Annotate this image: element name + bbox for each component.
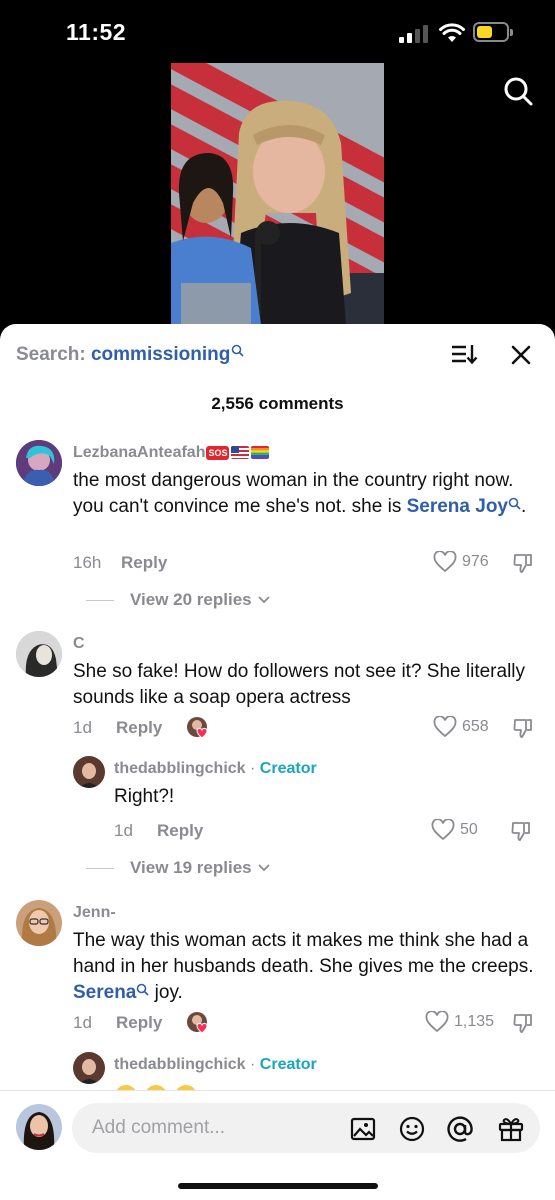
dislike-icon[interactable] — [512, 552, 534, 574]
close-icon[interactable] — [508, 342, 534, 368]
view-replies-label: View 19 replies — [130, 858, 252, 877]
wifi-icon — [439, 23, 465, 42]
creator-badge: Creator — [259, 1056, 317, 1073]
reply-username[interactable]: thedabblingchick · Creator — [114, 1056, 317, 1074]
chevron-down-icon — [257, 864, 270, 872]
heart-icon — [433, 716, 457, 738]
dislike-icon[interactable] — [512, 1012, 534, 1034]
dislike-icon[interactable] — [510, 820, 532, 842]
like-count: 976 — [462, 553, 489, 570]
like-count: 50 — [460, 821, 478, 838]
reply-button[interactable]: Reply — [121, 553, 167, 573]
like-button[interactable]: 50 — [431, 819, 478, 841]
view-replies-label: View 20 replies — [130, 590, 252, 609]
comments-sheet: Search: commissioning 2,556 comments Lez… — [0, 324, 555, 1200]
battery-icon — [473, 22, 513, 42]
search-term[interactable]: commissioning — [91, 344, 230, 365]
avatar[interactable] — [16, 900, 62, 946]
comment-timestamp: 1d — [73, 1013, 92, 1032]
status-time: 11:52 — [66, 19, 127, 45]
reply-username[interactable]: thedabblingchick · Creator — [114, 760, 317, 778]
avatar[interactable] — [16, 631, 62, 677]
home-indicator[interactable] — [178, 1183, 378, 1189]
comment-username[interactable]: C — [73, 635, 85, 653]
search-link[interactable]: Serena — [73, 982, 136, 1003]
emoji-icon[interactable] — [398, 1115, 426, 1143]
search-icon — [137, 983, 149, 996]
reply-button[interactable]: Reply — [157, 821, 203, 841]
reply-button[interactable]: Reply — [116, 1013, 162, 1033]
comment-username[interactable]: Jenn- — [73, 904, 116, 922]
like-count: 1,135 — [454, 1013, 495, 1030]
chevron-down-icon — [257, 596, 270, 604]
sort-icon[interactable] — [450, 342, 478, 366]
reply-timestamp: 1d — [114, 821, 133, 840]
comment-input-container[interactable] — [72, 1103, 540, 1153]
creator-liked-icon — [187, 717, 208, 739]
comment-text-part: The way this woman acts it makes me thin… — [73, 930, 534, 977]
like-count: 658 — [462, 718, 489, 735]
creator-badge: Creator — [259, 760, 317, 777]
image-icon[interactable] — [349, 1115, 377, 1143]
heart-icon — [431, 819, 455, 841]
comment-text: She so fake! How do followers not see it… — [73, 661, 526, 708]
like-button[interactable]: 1,135 — [425, 1011, 494, 1033]
video-player[interactable] — [171, 63, 384, 325]
divider-line — [86, 867, 114, 869]
reply-text: Right?! — [114, 786, 175, 807]
status-bar: 11:52 — [0, 0, 555, 62]
video-frame-image — [171, 100, 384, 325]
comment-text: the most dangerous woman in the country … — [73, 468, 543, 520]
dislike-icon[interactable] — [512, 717, 534, 739]
comment-text: The way this woman acts it makes me thin… — [73, 928, 543, 1006]
separator-dot: · — [245, 1056, 260, 1073]
us-flag-icon — [231, 446, 250, 460]
comment-timestamp: 1d — [73, 718, 92, 737]
search-link[interactable]: Serena Joy — [407, 496, 508, 517]
search-icon[interactable] — [502, 75, 534, 107]
username-text[interactable]: thedabblingchick — [114, 760, 246, 777]
view-replies-button[interactable]: View 20 replies — [86, 590, 270, 610]
comment-input-bar — [0, 1090, 555, 1200]
view-replies-button[interactable]: View 19 replies — [86, 858, 270, 878]
like-button[interactable]: 976 — [433, 551, 489, 573]
search-icon — [508, 497, 521, 510]
like-button[interactable]: 658 — [433, 716, 489, 738]
search-icon — [232, 344, 244, 357]
username-text[interactable]: LezbanaAnteafah — [73, 444, 205, 461]
creator-liked-icon — [187, 1012, 208, 1034]
gift-icon[interactable] — [497, 1115, 525, 1143]
comment-timestamp: 16h — [73, 553, 102, 572]
comment-username[interactable]: LezbanaAnteafah SOS — [73, 444, 270, 462]
avatar[interactable] — [16, 440, 62, 486]
reply-button[interactable]: Reply — [116, 718, 162, 738]
heart-icon — [433, 551, 457, 573]
comment-count: 2,556 comments — [211, 394, 344, 413]
rainbow-flag-icon — [251, 446, 270, 460]
sheet-header: Search: commissioning — [0, 324, 555, 388]
heart-icon — [425, 1011, 449, 1033]
search-prefix: Search: — [16, 344, 91, 365]
divider-line — [86, 599, 114, 601]
comment-text-part: joy. — [149, 982, 183, 1003]
avatar[interactable] — [73, 756, 105, 788]
mention-icon[interactable] — [446, 1115, 474, 1143]
separator-dot: · — [245, 760, 260, 777]
comment-input[interactable] — [92, 1103, 342, 1153]
avatar[interactable] — [73, 1052, 105, 1084]
username-text[interactable]: thedabblingchick — [114, 1056, 246, 1073]
search-query[interactable]: Search: commissioning — [16, 344, 244, 366]
sos-badge-icon: SOS — [206, 445, 230, 460]
comment-text-part: . — [521, 496, 527, 517]
user-avatar[interactable] — [16, 1104, 62, 1150]
cellular-signal-icon — [399, 25, 429, 43]
